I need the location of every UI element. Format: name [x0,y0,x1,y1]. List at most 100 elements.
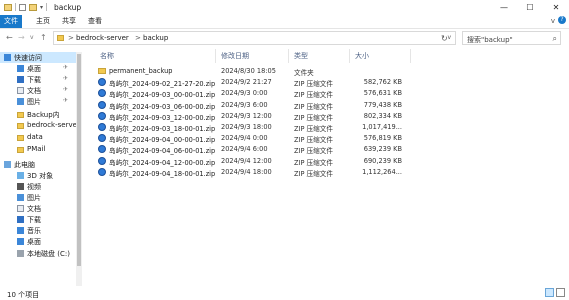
search-input[interactable]: 搜索"backup" ⌕ [462,31,561,45]
column-divider[interactable] [349,49,350,63]
customize-toolbar-icon[interactable]: ▾ [40,4,43,11]
sidebar-item-label: 下载 [27,216,41,224]
column-header-type[interactable]: 类型 [294,51,349,62]
file-size: 582,762 KB [363,78,402,87]
address-bar[interactable]: > bedrock-server > backup v [53,31,456,45]
file-row[interactable]: 岛屿尔_2024-09-03_00-00-01.zip 2024/9/3 0:00… [96,88,546,99]
zip-file-icon [98,78,106,87]
file-row[interactable]: 岛屿尔_2024-09-02_21-27-20.zip 2024/9/2 21:2… [96,77,546,88]
sidebar-item[interactable]: 3D 对象 [0,170,77,181]
video-icon [17,183,24,190]
expand-ribbon-button[interactable]: v [551,17,555,25]
column-divider[interactable] [410,49,411,63]
file-row[interactable]: 岛屿尔_2024-09-03_06-00-00.zip 2024/9/3 6:00… [96,100,546,111]
sidebar-item[interactable]: 文档 ✈ [0,85,77,96]
file-size: 639,239 KB [363,145,402,154]
sidebar-item[interactable]: 音乐 [0,225,77,236]
cube-icon [17,172,24,179]
address-history-dropdown[interactable]: v [447,34,451,41]
file-type: ZIP 压缩文件 [294,158,333,167]
sidebar-item[interactable]: 本地磁盘 (C:) [0,248,77,259]
tab-share[interactable]: 共享 [55,15,83,28]
help-icon[interactable]: ? [558,16,566,24]
file-row[interactable]: 岛屿尔_2024-09-04_12-00-00.zip 2024/9/4 12:0… [96,156,546,167]
folder-icon [4,3,12,11]
zip-file-icon [98,123,106,131]
sidebar-item[interactable]: 下载 [0,214,77,225]
folder-icon [98,68,106,74]
download-icon [17,216,24,223]
sidebar-item[interactable]: 桌面 [0,236,77,247]
title-bar: ▾ backup — ☐ ✕ [0,0,569,15]
folder-icon [17,135,24,141]
sidebar-item-label: 3D 对象 [27,172,54,180]
pin-icon: ✈ [63,75,69,82]
file-row[interactable]: permanent_backup 2024/8/30 18:05 文件夹 [96,66,546,77]
file-row[interactable]: 岛屿尔_2024-09-04_18-00-01.zip 2024/9/4 18:0… [96,167,546,178]
details-view-button[interactable] [545,288,554,297]
sidebar-item[interactable]: 快速访问 [0,52,77,63]
file-size: 690,239 KB [363,156,402,165]
pin-icon: ✈ [63,97,69,104]
sidebar-item-label: data [27,133,43,141]
refresh-button[interactable]: ↻ [441,34,448,43]
sidebar-item-label: 本地磁盘 (C:) [27,250,70,258]
file-date: 2024/9/4 12:00 [221,156,272,165]
column-divider[interactable] [215,49,216,63]
properties-icon[interactable] [19,3,26,11]
file-row[interactable]: 岛屿尔_2024-09-04_06-00-01.zip 2024/9/4 6:00… [96,144,546,155]
file-name: 岛屿尔_2024-09-04_06-00-01.zip [109,147,216,156]
sidebar-item[interactable]: 图片 ✈ [0,96,77,107]
sidebar-item-label: 视频 [27,183,41,191]
tab-home[interactable]: 主页 [29,15,57,28]
tab-file[interactable]: 文件 [0,15,22,28]
column-header-date[interactable]: 修改日期 [221,51,286,62]
sidebar-item[interactable]: 文档 [0,203,77,214]
sidebar-scrollbar[interactable] [76,52,82,286]
pin-icon: ✈ [63,64,69,71]
up-button[interactable]: ↑ [40,33,47,42]
search-icon: ⌕ [552,34,557,43]
close-button[interactable]: ✕ [543,0,569,15]
scrollbar-thumb[interactable] [77,54,81,266]
large-icons-view-button[interactable] [556,288,565,297]
recent-locations-button[interactable]: v [30,34,34,41]
file-name: 岛屿尔_2024-09-03_18-00-01.zip [109,125,216,133]
sidebar-item[interactable]: PMail [0,144,77,155]
tab-view[interactable]: 查看 [81,15,109,28]
picture-icon [17,194,24,201]
file-row[interactable]: 岛屿尔_2024-09-03_18-00-01.zip 2024/9/3 18:0… [96,122,546,133]
desktop-icon [17,65,24,72]
sidebar-item-label: bedrock-server [27,121,80,129]
forward-button[interactable]: → [18,33,25,42]
sidebar-item[interactable]: 视频 [0,181,77,192]
navigation-pane: 快速访问 桌面 ✈ 下载 ✈ 文档 ✈ 图片 ✈ Backup内 bedrock-server dat… [0,52,80,286]
file-name: 岛屿尔_2024-09-04_12-00-00.zip [109,158,216,167]
column-header-name[interactable]: 名称 [100,51,210,62]
desktop-icon [17,238,24,245]
ribbon-tabs: 文件 主页 共享 查看 v ? [0,15,569,29]
column-header-size[interactable]: 大小 [355,51,405,62]
sidebar-item[interactable]: 此电脑 [0,159,77,170]
new-folder-icon[interactable] [29,3,37,11]
sidebar-item[interactable]: bedrock-server [0,120,80,131]
file-name: 岛屿尔_2024-09-04_00-00-01.zip [109,136,216,145]
back-button[interactable]: ← [6,33,13,42]
zip-file-icon [98,156,106,165]
maximize-button[interactable]: ☐ [517,0,543,15]
breadcrumb-backup[interactable]: backup [143,34,168,42]
sidebar-item-label: 下载 [27,76,41,84]
file-name: 岛屿尔_2024-09-03_00-00-01.zip [109,91,216,100]
folder-icon [17,147,24,153]
file-row[interactable]: 岛屿尔_2024-09-03_12-00-00.zip 2024/9/3 12:0… [96,111,546,122]
sidebar-item[interactable]: 桌面 ✈ [0,63,77,74]
file-row[interactable]: 岛屿尔_2024-09-04_00-00-01.zip 2024/9/4 0:00… [96,133,546,144]
breadcrumb-bedrock-server[interactable]: bedrock-server [76,34,129,42]
sidebar-item[interactable]: data [0,132,77,143]
sidebar-item[interactable]: Backup内 [0,109,77,120]
sidebar-item[interactable]: 下载 ✈ [0,74,77,85]
minimize-button[interactable]: — [491,0,517,15]
column-divider[interactable] [288,49,289,63]
sidebar-item[interactable]: 图片 [0,192,77,203]
pin-icon: ✈ [63,86,69,93]
